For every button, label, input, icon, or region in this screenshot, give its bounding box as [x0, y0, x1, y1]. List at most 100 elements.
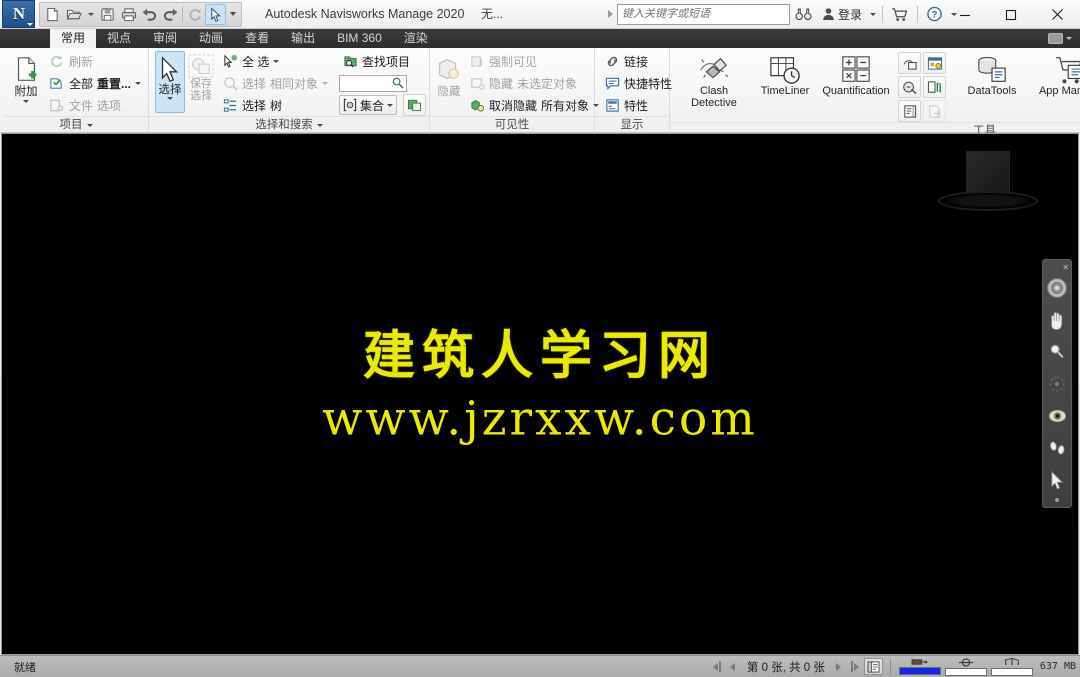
properties-icon — [604, 97, 620, 113]
hide-unselected-row[interactable]: 隐藏 未选定对象 — [466, 72, 602, 94]
sheet-browser-button[interactable] — [863, 658, 883, 675]
reset-all-row[interactable]: 全部 重置... — [46, 72, 144, 94]
export-icon[interactable] — [923, 100, 946, 122]
quantification-button[interactable]: Quantification — [816, 51, 896, 98]
properties-row[interactable]: 特性 — [601, 94, 675, 116]
select-arrow-icon[interactable] — [1044, 465, 1070, 495]
close-button[interactable] — [1034, 0, 1080, 29]
view-cube[interactable] — [938, 151, 1038, 221]
last-sheet-button[interactable] — [848, 659, 862, 675]
viewport-canvas[interactable] — [2, 134, 1078, 654]
tab-animation[interactable]: 动画 — [188, 29, 234, 48]
select-all-row[interactable]: 全 选 — [219, 50, 331, 72]
app-store-cart-icon[interactable] — [886, 2, 914, 26]
open-icon[interactable] — [63, 4, 84, 25]
tab-view[interactable]: 查看 — [234, 29, 280, 48]
reset-all-label-a: 全部 — [68, 76, 93, 91]
select-same-row[interactable]: 选择 相同对象 — [219, 72, 331, 94]
panel-expand-icon[interactable] — [86, 123, 93, 127]
save-selection-label-b: 选择 — [190, 89, 212, 102]
chevron-down-icon[interactable] — [273, 59, 280, 63]
zoom-magnifier-icon[interactable] — [1044, 337, 1070, 367]
quick-properties-row[interactable]: 快捷特性 — [601, 72, 675, 94]
appearance-profiler-icon[interactable] — [898, 52, 921, 74]
tab-viewpoint[interactable]: 视点 — [96, 29, 142, 48]
sign-in-button[interactable]: 登录 — [817, 2, 867, 26]
chevron-down-icon[interactable] — [22, 100, 29, 103]
timeliner-button[interactable]: TimeLiner — [754, 51, 816, 98]
ribbon-state-icon[interactable] — [1048, 33, 1063, 44]
tab-bim360[interactable]: BIM 360 — [326, 29, 393, 48]
first-sheet-button[interactable] — [710, 659, 724, 675]
undo-icon[interactable] — [139, 4, 160, 25]
panel-expand-icon[interactable] — [316, 123, 323, 127]
save-selection-button[interactable]: 保存 选择 — [187, 50, 215, 102]
file-options-label-b: 选项 — [96, 98, 121, 113]
datatools-button[interactable]: DataTools — [952, 51, 1032, 98]
links-row[interactable]: 链接 — [601, 50, 675, 72]
status-right-group: 第 0 张, 共 0 张 637 MB — [710, 657, 1076, 676]
view-cube-box[interactable] — [966, 151, 1010, 196]
hide-button[interactable]: 隐藏 — [434, 52, 464, 98]
search-box[interactable] — [616, 3, 790, 25]
scripter-icon[interactable] — [898, 100, 921, 122]
close-icon[interactable]: ✕ — [1062, 264, 1069, 272]
save-icon[interactable] — [97, 4, 118, 25]
unhide-all-row[interactable]: 取消隐藏 所有对象 — [466, 94, 602, 116]
switchback-icon[interactable] — [923, 76, 946, 98]
app-manager-button[interactable]: App Manager — [1032, 51, 1080, 98]
navbar-handle[interactable] — [1055, 498, 1059, 502]
print-icon[interactable] — [118, 4, 139, 25]
quick-find-row[interactable] — [339, 72, 429, 94]
tab-review[interactable]: 审阅 — [142, 29, 188, 48]
select-button[interactable]: 选择 — [155, 51, 185, 113]
refresh-icon[interactable] — [184, 4, 205, 25]
tab-home[interactable]: 常用 — [50, 29, 97, 48]
search-binoculars-button[interactable] — [790, 2, 817, 26]
maximize-button[interactable] — [988, 0, 1034, 29]
new-icon[interactable] — [42, 4, 63, 25]
chevron-down-icon[interactable] — [1066, 37, 1072, 40]
orbit-icon[interactable] — [1044, 369, 1070, 399]
selection-tree-row[interactable]: 选择 树 — [219, 94, 331, 116]
chevron-down-icon[interactable] — [387, 103, 394, 107]
compare-icon[interactable] — [898, 76, 921, 98]
search-input[interactable] — [621, 8, 785, 20]
next-sheet-button[interactable] — [832, 659, 846, 675]
view-cube-compass-ring[interactable] — [938, 191, 1038, 211]
attach-button[interactable]: 附加 — [8, 52, 44, 103]
tab-render[interactable]: 渲染 — [393, 29, 439, 48]
chevron-down-icon[interactable] — [322, 81, 329, 85]
qat-customize-caret[interactable] — [226, 4, 239, 25]
open-dropdown-caret[interactable] — [84, 4, 97, 25]
pan-hand-icon[interactable] — [1044, 305, 1070, 335]
ribbon-display-options — [1048, 29, 1080, 48]
refresh-row[interactable]: 刷新 — [46, 50, 144, 72]
batch-utility-icon[interactable] — [923, 52, 946, 74]
signin-dropdown-caret[interactable] — [867, 3, 879, 25]
select-icon[interactable] — [205, 3, 226, 25]
quick-find-input[interactable] — [339, 74, 408, 92]
infocenter-expand-caret[interactable] — [605, 3, 617, 25]
clash-detective-button[interactable]: Clash Detective — [674, 51, 754, 109]
redo-icon[interactable] — [160, 4, 181, 25]
navigation-bar: ✕ — [1042, 259, 1072, 508]
tab-output[interactable]: 输出 — [280, 29, 326, 48]
steering-wheel-icon[interactable] — [1044, 273, 1070, 303]
require-row[interactable]: 强制可见 — [466, 50, 602, 72]
sets-button[interactable]: 集合 — [339, 95, 398, 115]
panel-visibility-label: 可见性 — [430, 116, 594, 133]
previous-sheet-button[interactable] — [726, 659, 740, 675]
links-label: 链接 — [624, 54, 649, 69]
chevron-down-icon[interactable] — [167, 97, 173, 100]
application-menu-button[interactable]: N — [2, 0, 35, 28]
find-items-row[interactable]: 查找项目 — [339, 50, 429, 72]
chevron-down-icon[interactable] — [135, 81, 141, 85]
minimize-button[interactable] — [942, 0, 988, 29]
file-options-row[interactable]: 文件 选项 — [46, 94, 144, 116]
walk-footprints-icon[interactable] — [1044, 433, 1070, 463]
sets-row[interactable]: 集合 — [339, 94, 429, 116]
look-eye-icon[interactable] — [1044, 401, 1070, 431]
manage-sets-button[interactable] — [403, 94, 427, 116]
scene-viewport[interactable]: 建筑人学习网 www.jzrxxw.com ✕ — [1, 133, 1079, 655]
